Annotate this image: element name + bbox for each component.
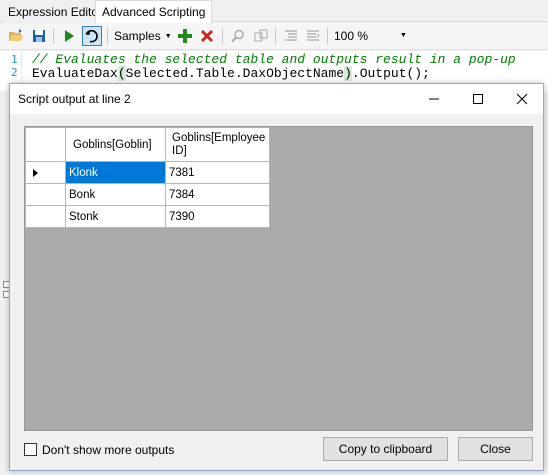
code-line-2: EvaluateDax(Selected.Table.DaxObjectName… xyxy=(32,66,430,81)
tab-advanced-scripting[interactable]: Advanced Scripting xyxy=(95,0,213,23)
table-header-row: Goblins[Goblin] Goblins[Employee ID] xyxy=(25,127,271,162)
uncomment-icon[interactable] xyxy=(304,27,322,45)
maximize-button[interactable] xyxy=(456,84,500,114)
dialog-title: Script output at line 2 xyxy=(18,92,131,106)
zoom-value: 100 % xyxy=(334,29,369,43)
minimize-button[interactable] xyxy=(412,84,456,114)
copy-icon[interactable] xyxy=(252,27,270,45)
row-header[interactable] xyxy=(25,205,66,228)
column-header-goblin[interactable]: Goblins[Goblin] xyxy=(65,127,166,162)
table-cell[interactable]: Stonk xyxy=(65,205,166,228)
play-icon[interactable] xyxy=(60,27,78,45)
dont-show-more-checkbox[interactable] xyxy=(24,443,37,456)
toolbar-separator xyxy=(327,28,328,44)
close-button[interactable]: Close xyxy=(458,437,533,461)
dialog-titlebar[interactable]: Script output at line 2 xyxy=(10,84,543,114)
toolbar-separator xyxy=(222,28,223,44)
row-header[interactable] xyxy=(25,161,66,184)
row-header[interactable] xyxy=(25,183,66,206)
advanced-scripting-window: Expression Editor Advanced Scripting Sam… xyxy=(0,0,548,475)
close-window-button[interactable] xyxy=(500,84,544,114)
line-number: 1 xyxy=(11,53,18,66)
samples-dropdown[interactable]: Samples ▼ xyxy=(114,29,172,43)
toolbar-separator xyxy=(107,28,108,44)
toolbar: Samples ▼ 100 % ▼ xyxy=(0,23,548,50)
save-icon[interactable] xyxy=(30,27,48,45)
table-row: Stonk 7390 xyxy=(25,205,271,228)
grid-corner-cell[interactable] xyxy=(25,127,66,162)
code-paren-highlight: ) xyxy=(344,66,352,81)
copy-to-clipboard-button[interactable]: Copy to clipboard xyxy=(323,437,448,461)
close-icon xyxy=(516,93,528,105)
minimize-icon xyxy=(429,98,439,100)
maximize-icon xyxy=(473,94,483,104)
table-cell[interactable]: 7390 xyxy=(164,205,271,228)
table-cell[interactable]: 7384 xyxy=(164,183,271,206)
output-table: Goblins[Goblin] Goblins[Employee ID] Klo… xyxy=(25,127,271,228)
code-paren-highlight: ( xyxy=(117,66,126,81)
code-token: .Output(); xyxy=(351,66,430,81)
script-output-dialog: Script output at line 2 Goblins[Goblin] … xyxy=(9,83,544,471)
column-header-employee-id[interactable]: Goblins[Employee ID] xyxy=(164,127,271,162)
x-icon[interactable] xyxy=(198,27,216,45)
chevron-down-icon: ▼ xyxy=(400,32,407,39)
search-icon[interactable] xyxy=(229,27,247,45)
current-row-arrow-icon xyxy=(33,169,38,177)
code-line-comment: // Evaluates the selected table and outp… xyxy=(32,52,516,67)
undo-icon[interactable] xyxy=(82,26,102,46)
samples-label: Samples xyxy=(114,29,161,43)
output-data-grid[interactable]: Goblins[Goblin] Goblins[Employee ID] Klo… xyxy=(24,126,533,431)
table-cell[interactable]: Klonk xyxy=(65,161,166,184)
dont-show-more-label[interactable]: Don't show more outputs xyxy=(42,443,174,457)
line-number: 2 xyxy=(11,66,18,79)
comment-icon[interactable] xyxy=(282,27,300,45)
toolbar-separator xyxy=(53,28,54,44)
table-cell[interactable]: 7381 xyxy=(164,161,271,184)
tab-bar: Expression Editor Advanced Scripting xyxy=(0,0,548,23)
chevron-down-icon: ▼ xyxy=(164,33,172,41)
plus-icon[interactable] xyxy=(176,27,194,45)
table-row: Bonk 7384 xyxy=(25,183,271,206)
table-cell[interactable]: Bonk xyxy=(65,183,166,206)
code-token: Selected.Table.DaxObjectName xyxy=(125,66,345,81)
code-token: EvaluateDax xyxy=(32,66,118,81)
folder-open-icon[interactable] xyxy=(7,27,25,45)
toolbar-separator xyxy=(275,28,276,44)
table-row: Klonk 7381 xyxy=(25,161,271,184)
tab-expression-editor[interactable]: Expression Editor xyxy=(2,2,109,22)
zoom-dropdown[interactable]: 100 % ▼ xyxy=(334,29,407,43)
